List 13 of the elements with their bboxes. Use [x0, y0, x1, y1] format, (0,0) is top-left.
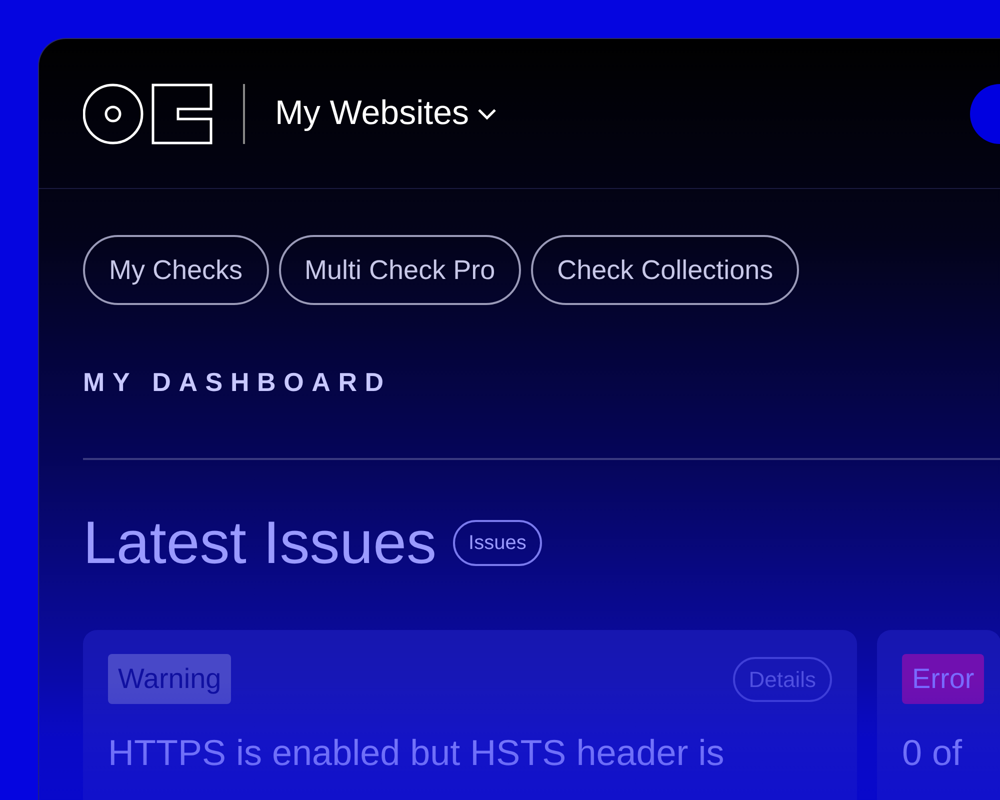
- latest-issues-heading: Latest Issues: [83, 508, 437, 578]
- website-selector[interactable]: My Websites: [275, 88, 497, 139]
- issues-badge: Issues: [452, 520, 542, 566]
- nav-pill[interactable]: Multi Check Pro: [278, 235, 522, 305]
- chevron-down-icon: [476, 108, 497, 120]
- nav-pill[interactable]: My Checks: [83, 235, 269, 305]
- nav-pill[interactable]: Check Collections: [531, 235, 800, 305]
- issue-message: 0 of: [902, 731, 964, 775]
- issue-message: HTTPS is enabled but HSTS header is: [108, 731, 726, 775]
- severity-tag: Error: [902, 654, 984, 704]
- severity-tag: Warning: [108, 654, 232, 704]
- logo-icon: [83, 82, 213, 144]
- section-heading: MY DASHBOARD: [82, 366, 392, 399]
